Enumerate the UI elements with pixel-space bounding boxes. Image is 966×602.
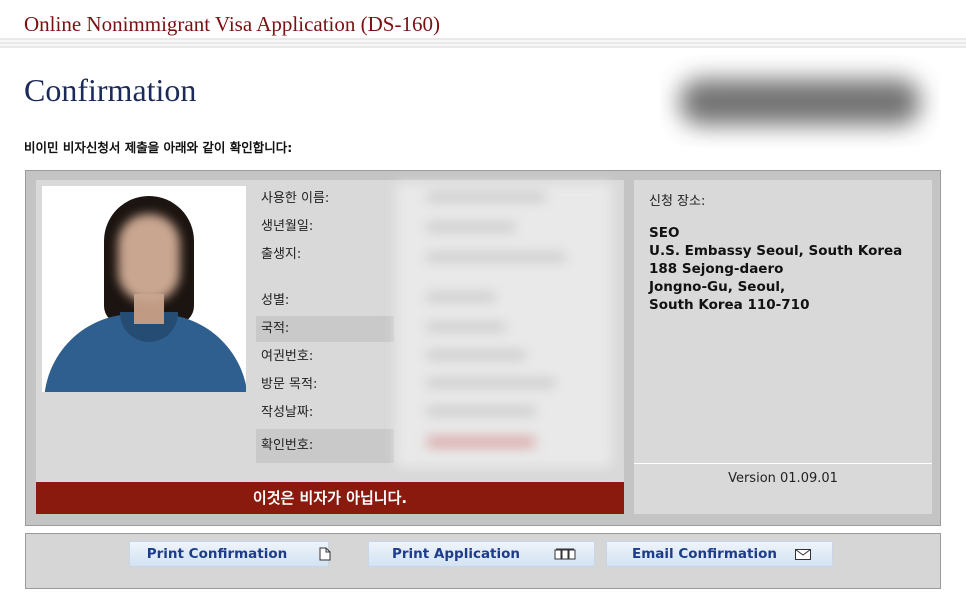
print-application-label: Print Application [391,546,521,562]
page-title: Confirmation [24,72,197,108]
document-icon [319,547,331,561]
print-application-button[interactable]: Print Application [368,541,595,567]
label-travel-purpose: 방문 목적: [261,377,318,392]
app-title: Online Nonimmigrant Visa Application (DS… [24,12,440,36]
label-birth-date: 생년월일: [261,219,314,234]
confirmation-subtitle: 비이민 비자신청서 제출을 아래와 같이 확인합니다: [24,140,293,155]
location-address: SEO U.S. Embassy Seoul, South Korea 188 … [649,224,902,314]
location-line: South Korea 110-710 [649,297,810,313]
label-name-used: 사용한 이름: [261,191,330,206]
label-gender: 성별: [261,293,290,308]
location-line: 188 Sejong-daero [649,261,784,277]
email-confirmation-label: Email Confirmation [632,546,777,562]
print-confirmation-label: Print Confirmation [146,546,288,562]
location-line: U.S. Embassy Seoul, South Korea [649,243,903,259]
version-text: Version 01.09.01 [728,471,838,486]
title-divider [0,38,966,48]
label-nationality: 국적: [256,316,394,342]
label-birth-place: 출생지: [261,247,302,262]
label-confirmation-number: 확인번호: [256,429,394,463]
label-date-completed: 작성날짜: [261,405,314,420]
envelope-icon [795,549,811,560]
location-code: SEO [649,225,680,241]
pages-icon [554,548,576,560]
not-a-visa-banner: 이것은 비자가 아닙니다. [36,482,624,514]
redacted-field-values [396,183,612,467]
redacted-logo [660,55,940,147]
location-line: Jongno-Gu, Seoul, [649,279,786,295]
location-label: 신청 장소: [649,194,706,209]
applicant-photo [42,186,246,392]
print-confirmation-button[interactable]: Print Confirmation [129,541,331,567]
email-confirmation-button[interactable]: Email Confirmation [606,541,833,567]
label-passport-number: 여권번호: [261,349,314,364]
